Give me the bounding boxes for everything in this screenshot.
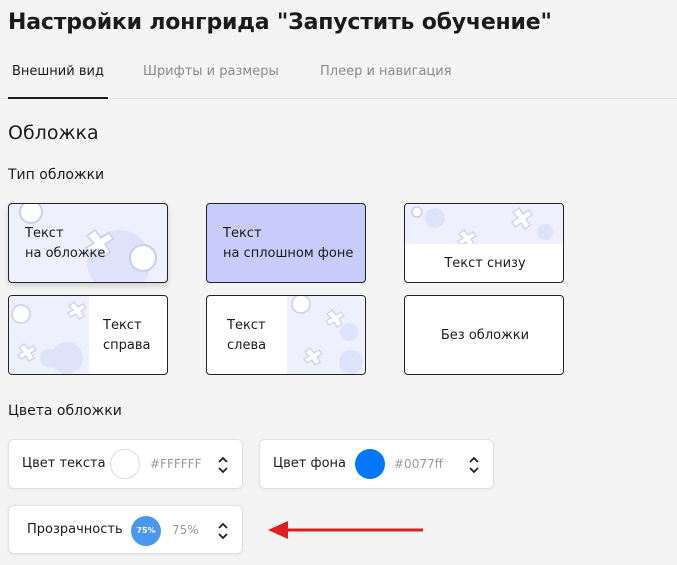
section-title-cover: Обложка xyxy=(8,122,99,144)
opacity-badge: 75% xyxy=(131,516,161,546)
cover-type-text-left-label: Текст слева xyxy=(227,318,267,353)
text-color-swatch[interactable] xyxy=(110,449,140,479)
cover-type-text-below[interactable]: Текст снизу xyxy=(404,203,564,283)
background-color-picker[interactable]: Цвет фона #0077ff xyxy=(259,439,494,489)
opacity-label: Прозрачность xyxy=(27,522,123,537)
cover-type-solid-background-label: Текст на сплошном фоне xyxy=(223,226,354,261)
tab-bar: Внешний вид Шрифты и размеры Плеер и нав… xyxy=(0,56,677,99)
cover-type-text-on-cover-label: Текст на обложке xyxy=(25,226,106,261)
cover-type-text-on-cover[interactable]: Текст на обложке xyxy=(8,203,168,283)
cover-colors-label: Цвета обложки xyxy=(8,403,122,419)
cover-type-text-left[interactable]: Текст слева xyxy=(206,295,366,375)
cover-type-text-below-label: Текст снизу xyxy=(444,256,526,271)
cover-type-solid-background[interactable]: Текст на сплошном фоне xyxy=(206,203,366,283)
opacity-selector[interactable]: Прозрачность 75% 75% xyxy=(8,505,243,554)
active-tab-indicator xyxy=(8,97,108,99)
chevron-up-down-icon[interactable] xyxy=(216,455,230,475)
tab-fonts-sizes[interactable]: Шрифты и размеры xyxy=(143,64,279,79)
chevron-up-down-icon[interactable] xyxy=(467,455,481,475)
cover-type-label: Тип обложки xyxy=(8,167,105,183)
tab-appearance[interactable]: Внешний вид xyxy=(12,64,104,79)
chevron-up-down-icon[interactable] xyxy=(216,521,230,541)
cover-decoration-image xyxy=(287,296,365,374)
annotation-arrow-icon xyxy=(268,521,423,539)
text-color-label: Цвет текста xyxy=(22,456,106,471)
cover-type-no-cover[interactable]: Без обложки xyxy=(404,295,564,375)
text-color-picker[interactable]: Цвет текста #FFFFFF xyxy=(8,439,243,489)
background-color-label: Цвет фона xyxy=(273,456,346,471)
cover-type-no-cover-label: Без обложки xyxy=(440,328,530,343)
opacity-value: 75% xyxy=(172,523,199,537)
background-color-swatch[interactable] xyxy=(355,449,385,479)
background-color-value: #0077ff xyxy=(394,457,443,471)
cover-decoration-image xyxy=(405,204,563,244)
text-color-value: #FFFFFF xyxy=(150,457,202,471)
tab-player-navigation[interactable]: Плеер и навигация xyxy=(320,64,452,79)
cover-type-text-right-label: Текст справа xyxy=(103,318,151,353)
cover-decoration-image xyxy=(9,296,89,374)
cover-type-text-right[interactable]: Текст справа xyxy=(8,295,168,375)
page-title: Настройки лонгрида "Запустить обучение" xyxy=(8,10,552,35)
